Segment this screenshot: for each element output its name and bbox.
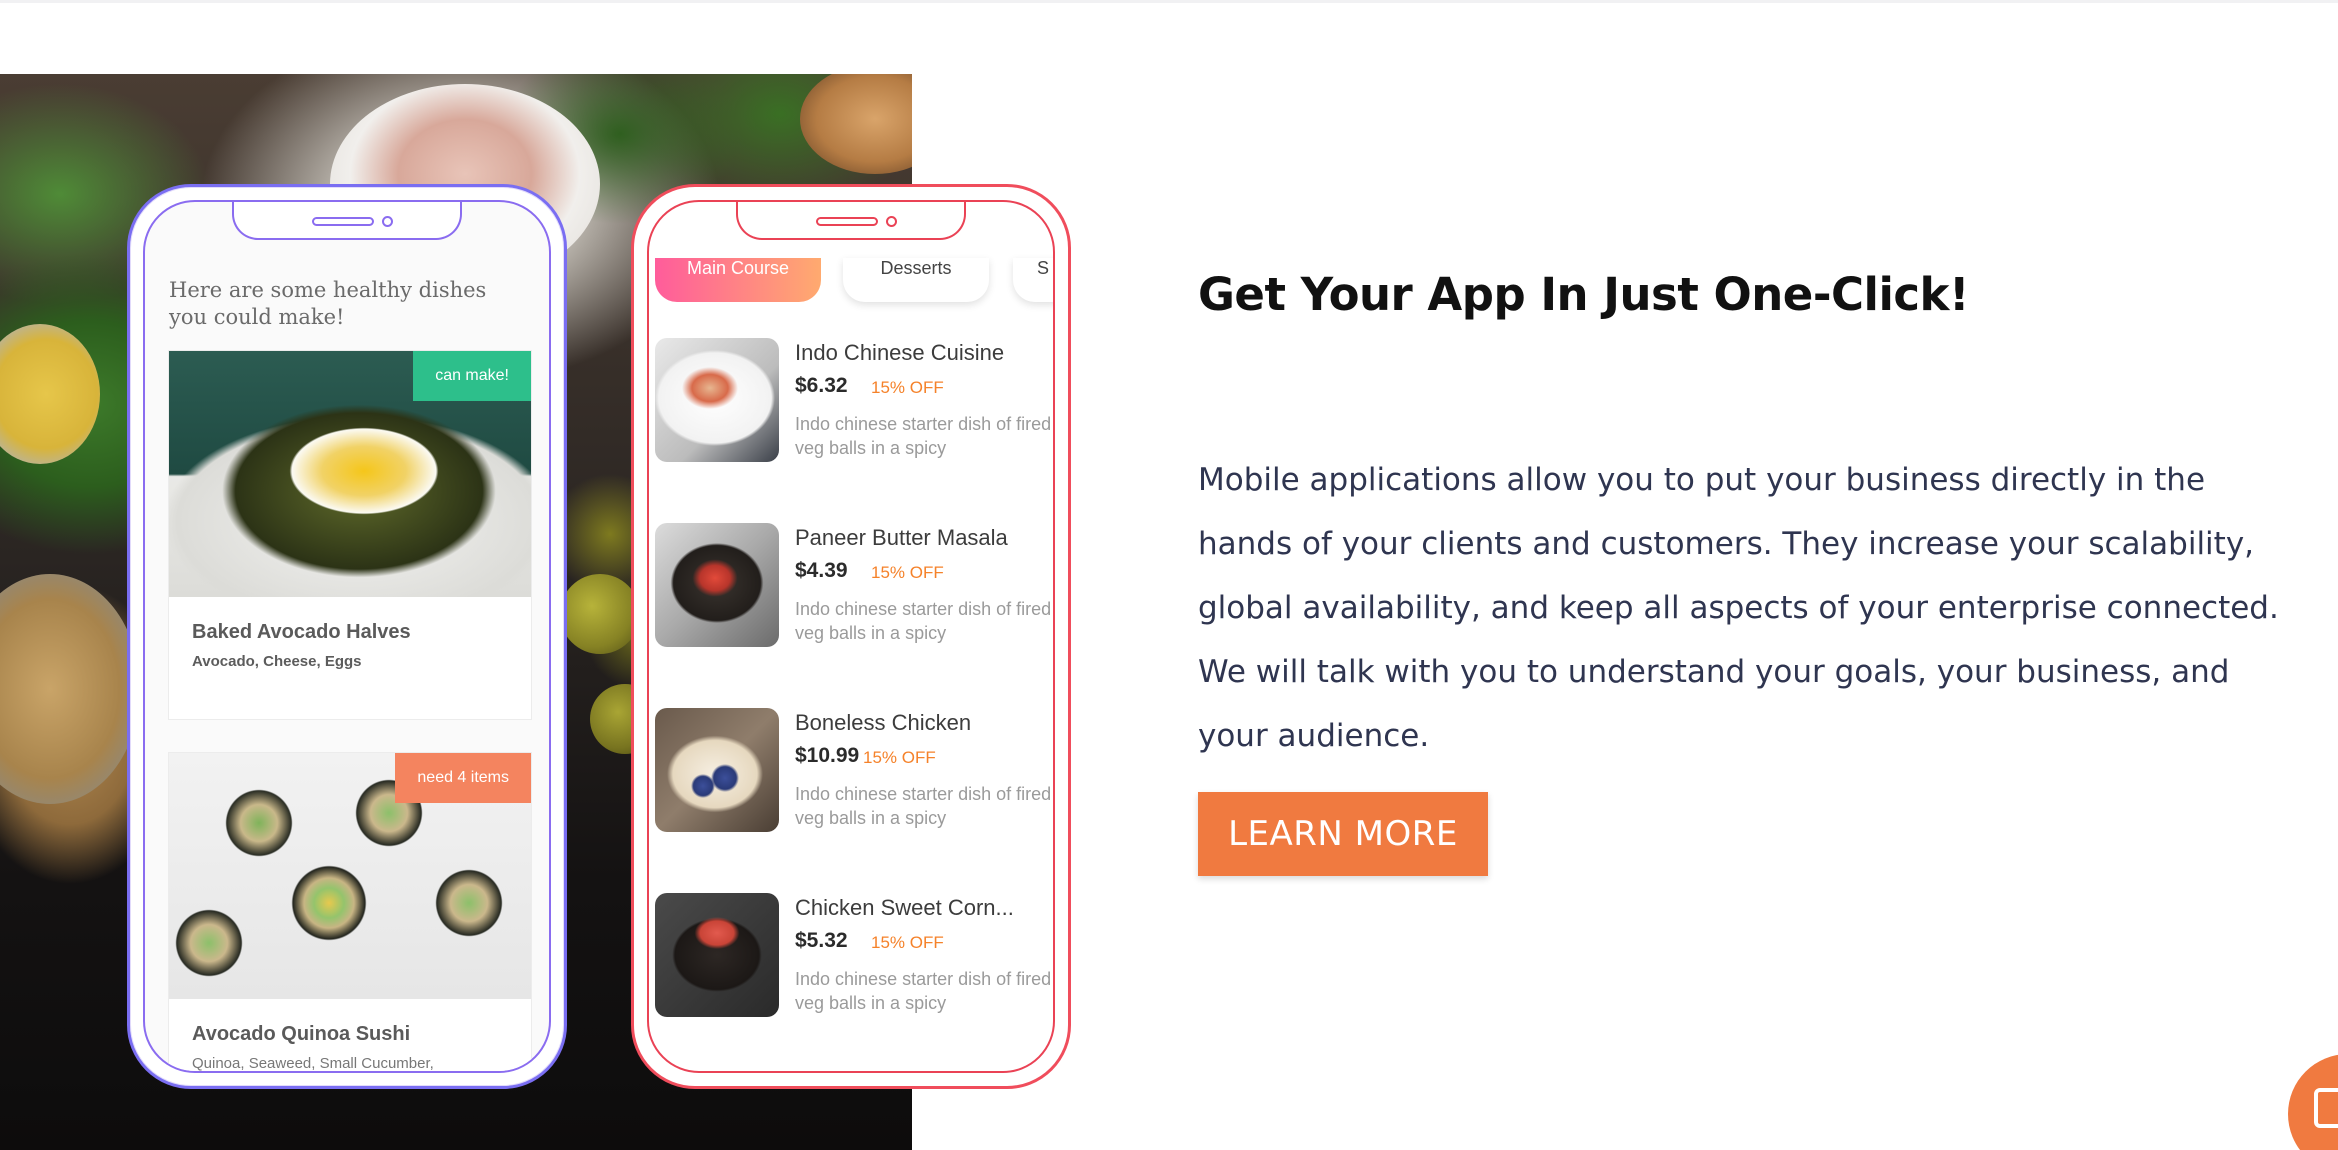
right-phone-screen: Main Course Desserts S Indo Chinese Cuis… <box>647 200 1055 1073</box>
menu-item-image <box>655 708 779 832</box>
left-phone-screen: Here are some healthy dishes you could m… <box>143 200 551 1073</box>
section-body-text: Mobile applications allow you to put you… <box>1198 462 2279 754</box>
tab-more[interactable]: S <box>1013 258 1053 302</box>
dish-card[interactable]: need 4 items Avocado Quinoa Sushi Quinoa… <box>168 752 532 1072</box>
right-phone-mockup: Main Course Desserts S Indo Chinese Cuis… <box>631 184 1071 1089</box>
menu-item-price: $10.99 <box>795 744 860 767</box>
chat-icon <box>2314 1088 2338 1128</box>
menu-item-name: Paneer Butter Masala <box>795 525 1008 550</box>
menu-item-discount: 15% OFF <box>871 933 944 952</box>
menu-item-description: Indo chinese starter dish of fired veg b… <box>795 414 1052 458</box>
dish-card[interactable]: can make! Baked Avocado Halves Avocado, … <box>168 350 532 720</box>
tab-desserts[interactable]: Desserts <box>843 258 989 302</box>
menu-item-description: Indo chinese starter dish of fired veg b… <box>795 969 1052 1013</box>
learn-more-button[interactable]: LEARN MORE <box>1198 792 1488 876</box>
speaker-icon <box>816 217 878 226</box>
menu-item-description: Indo chinese starter dish of fired veg b… <box>795 784 1052 828</box>
menu-item-discount: 15% OFF <box>871 563 944 582</box>
menu-item-price: $5.32 <box>795 929 848 952</box>
dish-status-badge: need 4 items <box>395 753 531 803</box>
menu-item[interactable]: Boneless Chicken $10.99 15% OFF Indo chi… <box>655 708 1053 836</box>
left-phone-mockup: Here are some healthy dishes you could m… <box>127 184 567 1089</box>
menu-item[interactable]: Indo Chinese Cuisine $6.32 15% OFF Indo … <box>655 338 1053 466</box>
phone-notch <box>232 202 462 240</box>
camera-icon <box>382 216 393 227</box>
dish-ingredients: Quinoa, Seaweed, Small Cucumber, <box>192 1055 434 1072</box>
menu-item-image <box>655 523 779 647</box>
menu-item-price: $6.32 <box>795 374 848 397</box>
dish-title: Baked Avocado Halves <box>192 621 411 643</box>
menu-item-discount: 15% OFF <box>863 748 936 767</box>
dish-status-badge: can make! <box>413 351 531 401</box>
menu-item-name: Chicken Sweet Corn... <box>795 895 1014 920</box>
menu-item-image <box>655 893 779 1017</box>
menu-item-name: Indo Chinese Cuisine <box>795 340 1005 365</box>
tab-main-course[interactable]: Main Course <box>655 258 821 302</box>
dish-image: can make! <box>169 351 531 597</box>
dishes-heading: Here are some healthy dishes you could m… <box>169 278 487 329</box>
camera-icon <box>886 216 897 227</box>
phone-notch <box>736 202 966 240</box>
chat-widget-button[interactable] <box>2288 1054 2338 1150</box>
dish-image: need 4 items <box>169 753 531 999</box>
menu-item-image <box>655 338 779 462</box>
section-headline: Get Your App In Just One-Click! <box>1198 268 1970 321</box>
menu-item-description: Indo chinese starter dish of fired veg b… <box>795 599 1052 643</box>
menu-item[interactable]: Paneer Butter Masala $4.39 15% OFF Indo … <box>655 523 1053 651</box>
dish-ingredients: Avocado, Cheese, Eggs <box>192 653 362 670</box>
menu-item[interactable]: Chicken Sweet Corn... $5.32 15% OFF Indo… <box>655 893 1053 1021</box>
top-divider <box>0 0 2338 3</box>
dish-title: Avocado Quinoa Sushi <box>192 1023 411 1045</box>
menu-item-discount: 15% OFF <box>871 378 944 397</box>
speaker-icon <box>312 217 374 226</box>
menu-item-price: $4.39 <box>795 559 848 582</box>
menu-item-name: Boneless Chicken <box>795 710 972 735</box>
category-tabs: Main Course Desserts S <box>655 258 1053 306</box>
